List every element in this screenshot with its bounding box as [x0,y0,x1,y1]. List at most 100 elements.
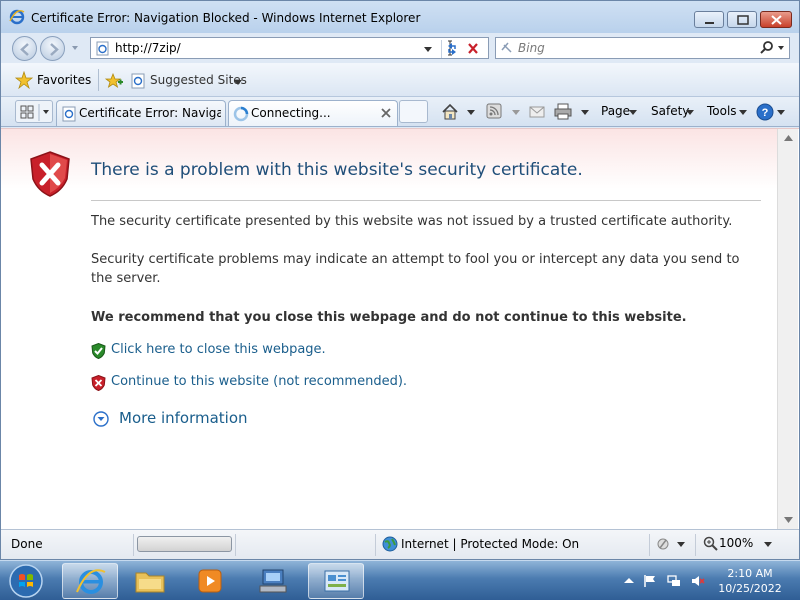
continue-to-website-link[interactable]: Continue to this website (not recommende… [111,374,407,389]
quick-tabs-icon [20,104,49,121]
volume-muted-icon[interactable] [691,574,705,588]
add-to-favorites-icon[interactable] [105,73,123,89]
mail-icon [529,106,545,118]
progress-bar [137,536,232,552]
page-title: There is a problem with this website's s… [91,160,583,180]
status-text: Done [11,537,43,551]
status-separator [375,534,376,556]
taskbar-media-player[interactable] [182,563,238,599]
ie-logo-icon [76,569,106,594]
quick-tabs-button[interactable] [15,100,53,123]
home-icon [442,103,475,120]
taskbar-windows-explorer[interactable] [122,563,178,599]
print-button[interactable] [554,102,594,122]
error-warning: Security certificate problems may indica… [91,252,740,286]
search-box[interactable]: Bing [495,37,790,59]
page-menu[interactable]: Page [601,102,641,122]
error-shield-icon [30,151,70,197]
red-shield-icon [91,375,106,391]
chevron-down-icon [234,80,242,85]
start-button[interactable] [6,562,46,600]
taskbar: 2:10 AM 10/25/2022 [0,560,800,600]
feeds-button[interactable] [486,102,526,122]
maximize-button[interactable] [727,11,757,28]
security-zone-text[interactable]: Internet | Protected Mode: On [401,537,579,551]
show-hidden-icons-icon[interactable] [622,574,636,588]
scroll-down-icon[interactable] [784,517,793,523]
minimize-button[interactable] [694,11,724,28]
window-title: Certificate Error: Navigation Blocked - … [31,11,421,25]
tab-connecting[interactable]: Connecting... [228,100,398,126]
globe-icon [382,536,398,552]
page-icon [96,41,109,56]
status-bar: Done Internet | Protected Mode: On 100% [1,529,799,559]
suggested-sites-icon [131,73,145,89]
tab-bar: Certificate Error: Navigati... Connectin… [1,97,799,127]
status-separator [695,534,696,556]
title-bar: Certificate Error: Navigation Blocked - … [1,1,799,33]
loading-spinner-icon [233,106,249,122]
zoom-level: 100% [719,536,754,550]
new-tab-button[interactable] [399,100,428,123]
help-button[interactable]: ? [756,102,786,122]
tab-label: Connecting... [251,106,331,120]
bing-logo-icon [501,42,512,53]
network-icon[interactable] [667,574,681,588]
clock-time: 2:10 AM [727,567,773,580]
green-shield-icon [91,343,106,359]
favorites-bar: Favorites Suggested Sites [1,63,799,97]
search-placeholder[interactable]: Bing [518,41,545,55]
read-mail-button[interactable] [528,102,548,122]
favorites-label: Favorites [37,73,92,87]
forward-arrow-icon [50,43,59,56]
folder-icon [135,572,165,593]
refresh-button[interactable] [441,40,461,58]
search-icon [760,41,784,54]
address-input[interactable]: http://7zip/ [115,41,181,55]
stop-button[interactable] [463,40,483,58]
forward-button[interactable] [40,36,65,61]
recommendation-text: We recommend that you close this webpage… [91,310,687,325]
taskbar-control-panel[interactable] [308,563,364,599]
action-center-flag-icon[interactable] [643,574,657,588]
clock-date: 10/25/2022 [718,582,782,595]
page-content: There is a problem with this website's s… [1,128,799,530]
clock[interactable]: 2:10 AM 10/25/2022 [712,566,788,596]
address-bar[interactable]: http://7zip/ [90,37,489,59]
chevron-down-icon [686,110,694,115]
chevron-down-icon [629,110,637,115]
media-player-icon [198,569,222,593]
status-separator [649,534,650,556]
taskbar-internet-explorer[interactable] [62,563,118,599]
vertical-scrollbar[interactable] [777,129,798,530]
taskbar-network-app[interactable] [245,563,301,599]
error-description: The security certificate presented by th… [91,214,733,229]
rss-feed-icon [486,103,520,119]
close-window-button[interactable] [760,11,792,28]
search-button[interactable] [756,40,786,56]
navigation-bar: http://7zip/ Bing [1,33,799,63]
close-tab-icon[interactable] [379,106,393,120]
close-icon [771,15,782,25]
zoom-control[interactable]: 100% [703,536,783,552]
ie-logo-icon [9,9,25,25]
safety-menu[interactable]: Safety [651,102,697,122]
recent-pages-dropdown-icon[interactable] [70,43,80,53]
maximize-icon [737,15,749,25]
back-button[interactable] [12,36,37,61]
status-separator [235,534,236,556]
tools-menu[interactable]: Tools [707,102,749,122]
popup-blocker-icon[interactable] [656,536,686,552]
home-button[interactable] [441,102,481,122]
divider [91,200,761,201]
status-separator [133,534,134,556]
address-dropdown-icon[interactable] [423,44,433,54]
printer-icon [554,103,589,120]
zoom-icon [703,536,718,551]
scroll-up-icon[interactable] [784,135,793,141]
close-webpage-link[interactable]: Click here to close this webpage. [111,342,326,357]
page-icon [62,106,76,122]
tab-certificate-error[interactable]: Certificate Error: Navigati... [56,100,226,126]
back-arrow-icon [20,43,29,56]
chevron-down-icon [739,110,747,115]
